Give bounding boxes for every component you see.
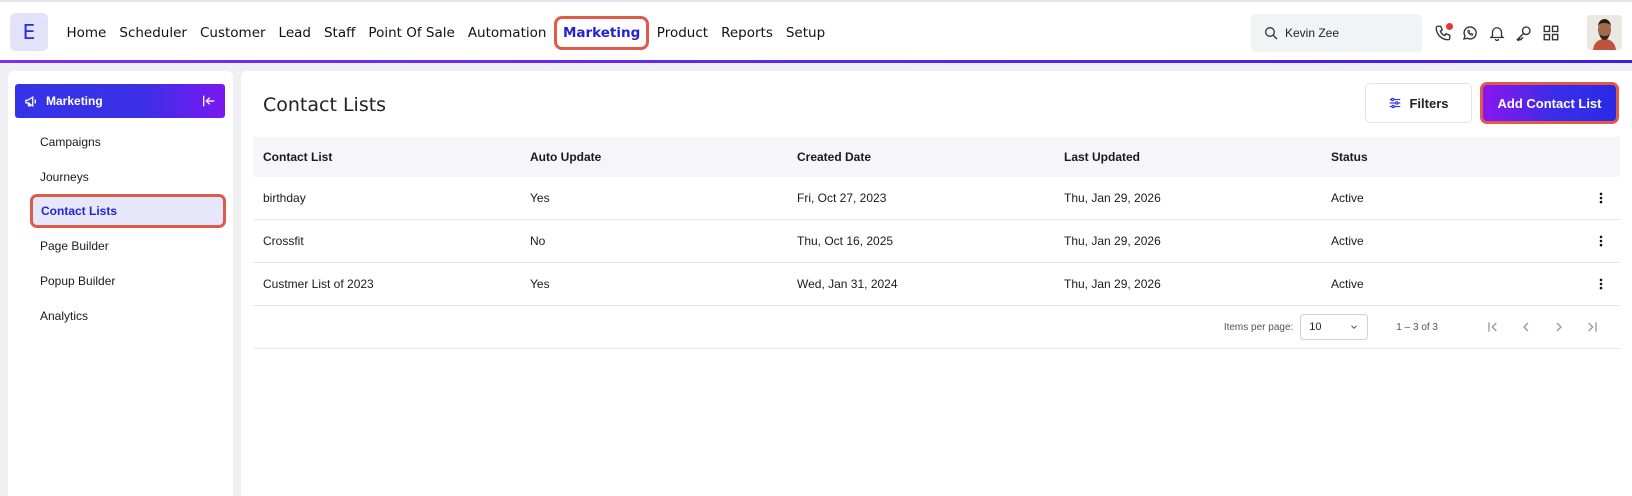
phone-icon[interactable]	[1434, 23, 1453, 42]
column-header[interactable]: Last Updated	[1054, 150, 1321, 164]
sliders-icon	[1390, 97, 1401, 109]
filters-label: Filters	[1409, 95, 1449, 111]
user-avatar[interactable]	[1587, 15, 1622, 50]
add-contact-list-button[interactable]: Add Contact List	[1480, 82, 1619, 124]
main-panel: Contact Lists Filters Add Contact List C…	[241, 71, 1632, 496]
nav-home[interactable]: Home	[60, 16, 113, 50]
phone-notification-dot	[1446, 23, 1453, 30]
column-header[interactable]: Created Date	[787, 150, 1054, 164]
column-header[interactable]: Contact List	[253, 150, 520, 164]
nav-staff[interactable]: Staff	[317, 16, 361, 50]
nav-scheduler[interactable]: Scheduler	[113, 16, 194, 50]
more-options-icon[interactable]	[1594, 277, 1608, 291]
sidebar-item-contact-lists[interactable]: Contact Lists	[30, 194, 226, 228]
cell-last-updated: Thu, Jan 29, 2026	[1064, 234, 1161, 248]
cell-auto-update: Yes	[530, 277, 550, 291]
cell-auto-update: No	[530, 234, 546, 248]
nav-customer[interactable]: Customer	[193, 16, 272, 50]
page-range-label: 1 – 3 of 3	[1396, 321, 1438, 333]
sidebar-title: Marketing	[46, 94, 103, 108]
nav-reports[interactable]: Reports	[715, 16, 780, 50]
search-value: Kevin Zee	[1285, 26, 1340, 40]
paginator: Items per page: 10 1 – 3 of 3	[253, 306, 1620, 349]
megaphone-icon	[25, 95, 37, 107]
table-row[interactable]: Custmer List of 2023 Yes Wed, Jan 31, 20…	[253, 263, 1620, 306]
items-per-page-value: 10	[1309, 321, 1322, 333]
cell-created-date: Wed, Jan 31, 2024	[797, 277, 898, 291]
cell-status: Active	[1331, 234, 1364, 248]
column-header[interactable]: Status	[1321, 150, 1561, 164]
cell-auto-update: Yes	[530, 191, 550, 205]
top-navbar: E Home Scheduler Customer Lead Staff Poi…	[0, 0, 1632, 62]
table-header: Contact List Auto Update Created Date La…	[253, 137, 1620, 177]
cell-status: Active	[1331, 191, 1364, 205]
topbar-accent-line	[0, 60, 1632, 63]
column-header[interactable]: Auto Update	[520, 150, 787, 164]
cell-contact-list: Crossfit	[263, 234, 304, 248]
nav-automation[interactable]: Automation	[461, 16, 553, 50]
page-title: Contact Lists	[263, 94, 387, 116]
global-search[interactable]: Kevin Zee	[1251, 14, 1422, 52]
apps-grid-icon[interactable]	[1542, 24, 1560, 42]
cell-contact-list: birthday	[263, 191, 306, 205]
sidebar: Marketing Campaigns Journeys Contact Lis…	[8, 71, 233, 496]
items-per-page-label: Items per page:	[1223, 321, 1294, 333]
collapse-sidebar-icon[interactable]	[201, 93, 217, 109]
bell-icon[interactable]	[1488, 24, 1506, 42]
cell-created-date: Fri, Oct 27, 2023	[797, 191, 887, 205]
table-row[interactable]: Crossfit No Thu, Oct 16, 2025 Thu, Jan 2…	[253, 220, 1620, 263]
chevron-down-icon	[1351, 325, 1358, 329]
search-icon	[1265, 27, 1278, 40]
cell-contact-list: Custmer List of 2023	[263, 277, 374, 291]
sidebar-item-popup-builder[interactable]: Popup Builder	[8, 263, 233, 298]
nav-product[interactable]: Product	[650, 16, 714, 50]
table-row[interactable]: birthday Yes Fri, Oct 27, 2023 Thu, Jan …	[253, 177, 1620, 220]
cell-created-date: Thu, Oct 16, 2025	[797, 234, 894, 248]
cell-status: Active	[1331, 277, 1364, 291]
more-options-icon[interactable]	[1594, 191, 1608, 205]
filters-button[interactable]: Filters	[1365, 83, 1472, 123]
last-page-icon[interactable]	[1584, 319, 1600, 335]
previous-page-icon[interactable]	[1518, 319, 1534, 335]
nav-setup[interactable]: Setup	[779, 16, 831, 50]
sidebar-item-journeys[interactable]: Journeys	[8, 159, 233, 194]
nav-marketing[interactable]: Marketing	[553, 16, 650, 50]
app-logo[interactable]: E	[10, 13, 48, 51]
nav-point-of-sale[interactable]: Point Of Sale	[362, 16, 461, 50]
main-nav: Home Scheduler Customer Lead Staff Point…	[60, 16, 832, 50]
sidebar-item-campaigns[interactable]: Campaigns	[8, 124, 233, 159]
sidebar-header: Marketing	[15, 84, 225, 118]
nav-lead[interactable]: Lead	[272, 16, 317, 50]
more-options-icon[interactable]	[1594, 234, 1608, 248]
contact-lists-table: Contact List Auto Update Created Date La…	[253, 137, 1620, 349]
cell-last-updated: Thu, Jan 29, 2026	[1064, 191, 1161, 205]
sidebar-item-analytics[interactable]: Analytics	[8, 298, 233, 333]
next-page-icon[interactable]	[1551, 319, 1567, 335]
sidebar-item-page-builder[interactable]: Page Builder	[8, 228, 233, 263]
sidebar-menu: Campaigns Journeys Contact Lists Page Bu…	[8, 124, 233, 333]
items-per-page-select[interactable]: 10	[1300, 314, 1369, 340]
whatsapp-icon[interactable]	[1461, 24, 1479, 42]
top-icon-bar	[1434, 20, 1560, 46]
cell-last-updated: Thu, Jan 29, 2026	[1064, 277, 1161, 291]
key-icon[interactable]	[1515, 24, 1533, 42]
first-page-icon[interactable]	[1485, 319, 1501, 335]
